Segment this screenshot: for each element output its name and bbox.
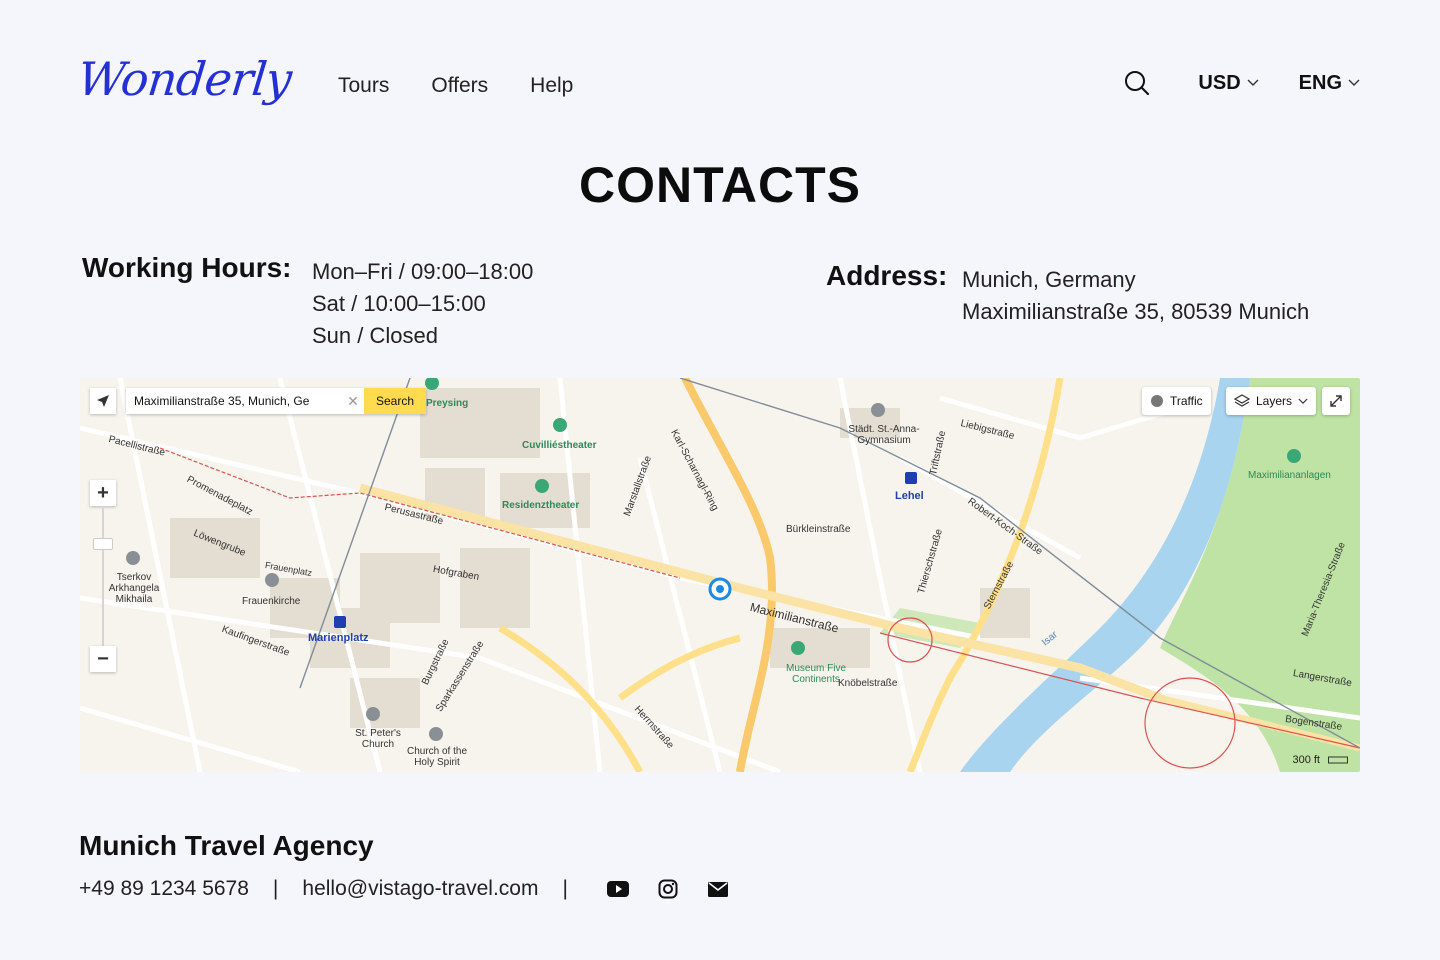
instagram-icon[interactable] [656, 877, 680, 901]
social-links [606, 877, 730, 901]
currency-value: USD [1198, 71, 1241, 94]
map-label: Frauenkirche [242, 596, 301, 607]
map-search-input[interactable] [126, 388, 342, 414]
map-label: Maximiliananlagen [1248, 470, 1331, 481]
divider: | [562, 877, 568, 900]
zoom-out-button[interactable]: − [90, 646, 116, 672]
youtube-icon[interactable] [606, 877, 630, 901]
chevron-down-icon [1348, 79, 1360, 86]
map-label: Residenztheater [502, 500, 580, 511]
map-label: St. Peter's Church [355, 728, 401, 750]
map-label: Städt. St.-Anna-Gymnasium [848, 424, 920, 446]
agency-name: Munich Travel Agency [79, 830, 374, 861]
contact-info: +49 89 1234 5678 | hello@vistago-travel.… [79, 877, 730, 901]
map-label: Church of the Holy Spirit [406, 746, 468, 768]
layers-button[interactable]: Layers [1226, 387, 1317, 415]
fullscreen-button[interactable] [1322, 387, 1350, 415]
map-label: Marienplatz [308, 632, 369, 644]
layers-icon [1234, 394, 1250, 407]
email-address[interactable]: hello@vistago-travel.com [302, 877, 538, 901]
chevron-down-icon [1247, 79, 1259, 86]
map-label: Bürkleinstraße [786, 524, 851, 535]
language-value: ENG [1298, 71, 1342, 94]
search-icon[interactable] [1124, 70, 1150, 96]
zoom-in-button[interactable]: + [90, 480, 116, 506]
location-arrow-icon [97, 395, 109, 407]
mail-icon[interactable] [706, 877, 730, 901]
address-label: Address: [826, 260, 948, 291]
map-canvas[interactable] [80, 378, 1360, 772]
address-street: Maximilianstraße 35, 80539 Munich [962, 299, 1310, 324]
address-text: Munich, Germany Maximilianstraße 35, 805… [962, 264, 1309, 328]
header-actions: USD ENG [1124, 70, 1360, 96]
page-title: CONTACTS [578, 157, 862, 213]
layers-label: Layers [1256, 394, 1293, 408]
map-label: Knöbelstraße [838, 678, 898, 689]
chevron-down-icon [1298, 398, 1308, 404]
zoom-slider-handle[interactable] [93, 538, 113, 550]
expand-icon [1330, 395, 1342, 407]
nav-help[interactable]: Help [530, 74, 573, 98]
main-nav: Tours Offers Help [338, 74, 573, 98]
currency-select[interactable]: USD [1198, 71, 1259, 95]
hours-sunday: Sun / Closed [312, 323, 438, 348]
phone-number[interactable]: +49 89 1234 5678 [79, 877, 249, 901]
address-city: Munich, Germany [962, 267, 1136, 292]
scale-label: 300 ft [1292, 754, 1320, 766]
zoom-track[interactable] [102, 508, 104, 648]
zoom-control: + − [90, 480, 116, 676]
hours-saturday: Sat / 10:00–15:00 [312, 291, 486, 316]
map-label: Preysing [426, 398, 469, 409]
map-search-box: ✕ Search [126, 388, 426, 414]
divider: | [272, 877, 279, 900]
clear-icon[interactable]: ✕ [342, 388, 364, 414]
map-widget[interactable]: Cuvilliéstheater Residenztheater Preysin… [80, 378, 1360, 772]
map-locate-button[interactable] [90, 388, 116, 414]
map-label: Cuvilliéstheater [522, 440, 597, 451]
nav-offers[interactable]: Offers [431, 74, 488, 98]
ruler-icon[interactable] [1328, 756, 1348, 764]
working-hours-list: Mon–Fri / 09:00–18:00 Sat / 10:00–15:00 … [312, 256, 533, 352]
hours-weekdays: Mon–Fri / 09:00–18:00 [312, 259, 534, 284]
traffic-button[interactable]: Traffic [1142, 387, 1211, 415]
map-search-button[interactable]: Search [364, 388, 426, 414]
map-scale: 300 ft [1292, 754, 1348, 766]
traffic-icon [1151, 395, 1163, 407]
nav-tours[interactable]: Tours [338, 74, 389, 98]
traffic-label: Traffic [1170, 394, 1203, 408]
map-label: Lehel [895, 490, 924, 502]
working-hours-label: Working Hours: [82, 252, 292, 283]
language-select[interactable]: ENG [1299, 72, 1360, 95]
logo[interactable]: Wonderly [75, 52, 294, 106]
